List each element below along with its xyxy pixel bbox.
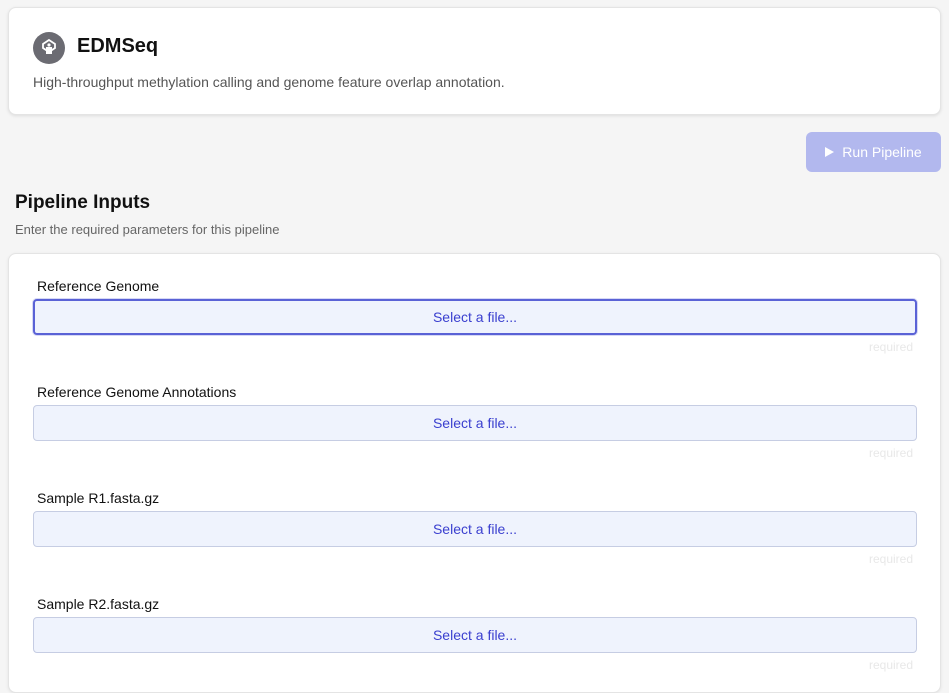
field-label: Reference Genome Annotations [37, 384, 237, 400]
select-file-button[interactable]: Select a file... [33, 511, 917, 547]
section-title: Pipeline Inputs [15, 192, 151, 213]
field-reference-genome: Reference Genome Select a file... requir… [33, 277, 917, 354]
app-title: EDMSeq [77, 35, 159, 57]
field-sample-r1: Sample R1.fasta.gz Select a file... requ… [33, 489, 917, 566]
select-file-button[interactable]: Select a file... [33, 299, 917, 335]
field-reference-genome-annotations: Reference Genome Annotations Select a fi… [33, 383, 917, 460]
pipeline-logo-icon [33, 32, 65, 64]
field-label: Sample R1.fasta.gz [37, 490, 160, 506]
app-description: High-throughput methylation calling and … [33, 74, 505, 90]
field-label: Sample R2.fasta.gz [37, 596, 160, 612]
play-icon [825, 147, 835, 157]
section-description: Enter the required parameters for this p… [15, 222, 280, 237]
field-label: Reference Genome [37, 278, 160, 294]
field-sample-r2: Sample R2.fasta.gz Select a file... requ… [33, 595, 917, 672]
run-pipeline-button[interactable]: Run Pipeline [806, 132, 941, 172]
run-pipeline-label: Run Pipeline [842, 144, 922, 160]
required-hint: required [868, 552, 913, 566]
select-file-button[interactable]: Select a file... [33, 617, 917, 653]
pipeline-inputs-card: Reference Genome Select a file... requir… [8, 253, 941, 693]
required-hint: required [868, 658, 913, 672]
required-hint: required [868, 446, 913, 460]
required-hint: required [868, 340, 913, 354]
select-file-button[interactable]: Select a file... [33, 405, 917, 441]
app-header-card: EDMSeq High-throughput methylation calli… [8, 7, 941, 115]
